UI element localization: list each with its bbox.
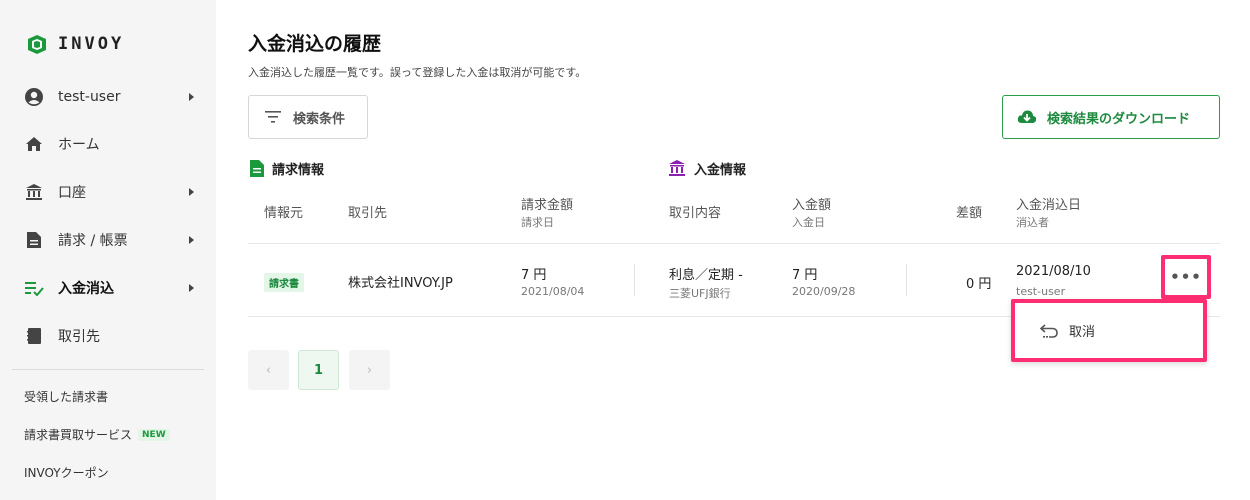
column-header-payment-date: 入金日: [792, 216, 825, 229]
pagination-prev-button[interactable]: ‹: [248, 350, 289, 390]
invoice-info-heading: 請求情報: [272, 163, 325, 178]
search-conditions-label: 検索条件: [293, 111, 346, 127]
payment-amount: 7 円: [792, 268, 818, 283]
sidebar-link-label: 受領した請求書: [24, 390, 109, 404]
filter-icon: [265, 111, 281, 123]
source-badge: 請求書: [264, 273, 304, 292]
row-more-button[interactable]: •••: [1164, 258, 1208, 296]
sidebar-item-account[interactable]: 口座: [0, 172, 216, 212]
reconcile-date: 2021/08/10: [1016, 264, 1091, 279]
column-header-reconcile-date: 入金消込日: [1016, 198, 1082, 213]
address-book-icon: [24, 326, 44, 346]
page-title: 入金消込の履歴: [248, 33, 382, 55]
row-action-menu: 取消: [1011, 299, 1207, 362]
transaction-detail: 利息／定期 -: [669, 268, 743, 283]
payment-date: 2020/09/28: [792, 285, 856, 298]
logo[interactable]: INVOY: [26, 32, 124, 56]
download-results-label: 検索結果のダウンロード: [1047, 111, 1191, 127]
page-description: 入金消込した履歴一覧です。誤って登録した入金は取消が可能です。: [248, 66, 587, 79]
search-conditions-button[interactable]: 検索条件: [248, 95, 368, 139]
column-separator: [634, 264, 635, 296]
payment-info-section: 入金情報: [668, 159, 746, 178]
sidebar-item-invoice[interactable]: 請求 / 帳票: [0, 220, 216, 260]
column-separator: [906, 264, 907, 296]
sidebar-item-label: ホーム: [58, 137, 100, 153]
table-header-divider: [248, 243, 1220, 244]
download-results-button[interactable]: 検索結果のダウンロード: [1002, 95, 1220, 139]
bank-icon: [669, 160, 685, 176]
invoice-info-section: 請求情報: [250, 159, 324, 178]
reconciler-name: test-user: [1016, 285, 1066, 298]
cancel-menu-item[interactable]: 取消: [1015, 303, 1203, 358]
logo-text: INVOY: [58, 34, 125, 54]
difference-amount: 0 円: [966, 277, 992, 292]
document-icon: [250, 160, 264, 177]
payment-info-heading: 入金情報: [694, 163, 747, 178]
sidebar-link-received-invoices[interactable]: 受領した請求書: [24, 388, 108, 405]
invoice-amount: 7 円: [521, 268, 547, 283]
column-header-transaction: 取引内容: [669, 206, 722, 221]
pagination-next-button[interactable]: ›: [349, 350, 390, 390]
sidebar-item-label: 請求 / 帳票: [58, 233, 128, 249]
chevron-right-icon: [189, 93, 194, 101]
sidebar-item-label: 取引先: [58, 329, 100, 345]
bank-icon: [24, 182, 44, 202]
chevron-right-icon: [189, 236, 194, 244]
column-header-invoice-amount: 請求金額: [521, 198, 574, 213]
sidebar-link-coupon[interactable]: INVOYクーポン: [24, 464, 109, 481]
cancel-menu-label: 取消: [1069, 325, 1096, 340]
sidebar-item-reconcile[interactable]: 入金消込: [0, 268, 216, 308]
main-content: 入金消込の履歴 入金消込した履歴一覧です。誤って登録した入金は取消が可能です。 …: [216, 0, 1250, 500]
home-icon: [24, 134, 44, 154]
sidebar-item-home[interactable]: ホーム: [0, 124, 216, 164]
sidebar-item-user[interactable]: test-user: [0, 77, 216, 117]
column-header-invoice-date: 請求日: [521, 216, 554, 229]
sidebar-item-label: 口座: [58, 185, 86, 201]
account-circle-icon: [24, 87, 44, 107]
cloud-download-icon: [1017, 110, 1037, 123]
column-header-source: 情報元: [264, 206, 304, 221]
chevron-right-icon: [189, 188, 194, 196]
undo-icon: [1039, 323, 1058, 338]
client-name: 株式会社INVOY.JP: [348, 276, 453, 291]
list-check-icon: [24, 278, 44, 298]
invoy-logo-icon: [28, 35, 46, 54]
sidebar-divider: [12, 369, 204, 370]
column-header-reconciler: 消込者: [1016, 216, 1049, 229]
chevron-right-icon: [189, 284, 194, 292]
sidebar-link-factoring[interactable]: 請求書買取サービス NEW: [24, 426, 170, 443]
sidebar-link-label: INVOYクーポン: [24, 466, 109, 480]
new-badge: NEW: [138, 428, 170, 441]
document-icon: [24, 230, 44, 250]
pagination-page-1[interactable]: 1: [298, 350, 339, 390]
bank-name: 三菱UFJ銀行: [669, 287, 731, 300]
column-header-client: 取引先: [348, 206, 388, 221]
sidebar-item-clients[interactable]: 取引先: [0, 316, 216, 356]
sidebar: INVOY test-user ホーム 口座 請求 / 帳票 入金消込 取引先 …: [0, 0, 216, 500]
invoice-date: 2021/08/04: [521, 285, 585, 298]
sidebar-item-label: test-user: [58, 89, 121, 105]
sidebar-item-label: 入金消込: [58, 281, 114, 297]
sidebar-link-label: 請求書買取サービス: [24, 428, 133, 442]
column-header-difference: 差額: [956, 206, 983, 221]
column-header-payment-amount: 入金額: [792, 198, 832, 213]
